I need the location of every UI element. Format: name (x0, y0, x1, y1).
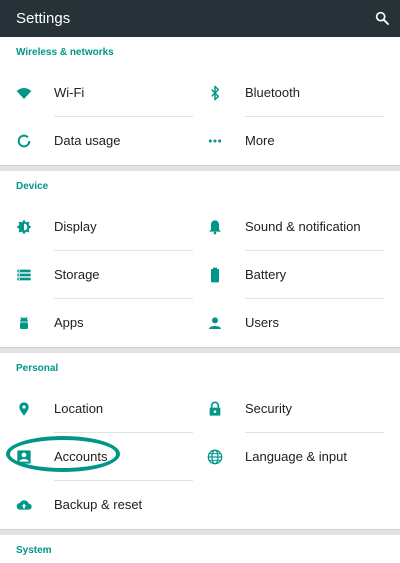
more-dots-icon (207, 133, 223, 149)
battery-icon (207, 267, 223, 283)
settings-item-label: Security (245, 401, 292, 416)
settings-item-label: Data usage (54, 133, 121, 148)
settings-item-label: Users (245, 315, 279, 330)
settings-item-users[interactable]: Users (207, 299, 387, 347)
search-icon[interactable] (374, 10, 390, 26)
lock-icon (207, 401, 223, 417)
section-device: Device Display Sound & notification Stor… (0, 171, 400, 347)
display-brightness-icon (16, 219, 32, 235)
settings-item-label: Bluetooth (245, 85, 300, 100)
settings-item-label: Wi-Fi (54, 85, 85, 100)
app-bar: Settings (0, 0, 400, 37)
settings-item-label: Sound & notification (245, 219, 361, 234)
section-header: Wireless & networks (16, 47, 114, 58)
settings-item-label: More (245, 133, 275, 148)
bluetooth-icon (207, 85, 223, 101)
settings-item-battery[interactable]: Battery (207, 251, 387, 299)
accounts-highlight-ring (6, 436, 120, 472)
user-icon (207, 315, 223, 331)
globe-icon (207, 449, 223, 465)
settings-item-label: Backup & reset (54, 497, 143, 512)
settings-item-bluetooth[interactable]: Bluetooth (207, 69, 387, 117)
bell-icon (207, 219, 223, 235)
cloud-upload-icon (16, 497, 32, 513)
settings-item-apps[interactable]: Apps (16, 299, 196, 347)
data-usage-icon (16, 133, 32, 149)
settings-item-wifi[interactable]: Wi-Fi (16, 69, 196, 117)
settings-item-label: Display (54, 219, 97, 234)
settings-item-storage[interactable]: Storage (16, 251, 196, 299)
location-pin-icon (16, 401, 32, 417)
settings-item-label: Location (54, 401, 104, 416)
settings-item-label: Apps (54, 315, 84, 330)
settings-item-sound-notification[interactable]: Sound & notification (207, 203, 387, 251)
section-header: Device (16, 181, 49, 192)
section-system: System (0, 535, 400, 563)
settings-item-data-usage[interactable]: Data usage (16, 117, 196, 165)
page-title: Settings (16, 10, 71, 27)
wifi-icon (16, 85, 32, 101)
android-icon (16, 315, 32, 331)
section-wireless-networks: Wireless & networks Wi-Fi Bluetooth Data… (0, 37, 400, 165)
settings-item-label: Storage (54, 267, 100, 282)
settings-item-label: Language & input (245, 449, 347, 464)
settings-item-more[interactable]: More (207, 117, 387, 165)
settings-item-language-input[interactable]: Language & input (207, 433, 387, 481)
settings-item-display[interactable]: Display (16, 203, 196, 251)
settings-item-backup-reset[interactable]: Backup & reset (16, 481, 196, 529)
storage-icon (16, 267, 32, 283)
section-header: Personal (16, 363, 59, 374)
settings-item-label: Battery (245, 267, 287, 282)
section-header: System (16, 545, 52, 556)
settings-item-security[interactable]: Security (207, 385, 387, 433)
settings-item-location[interactable]: Location (16, 385, 196, 433)
